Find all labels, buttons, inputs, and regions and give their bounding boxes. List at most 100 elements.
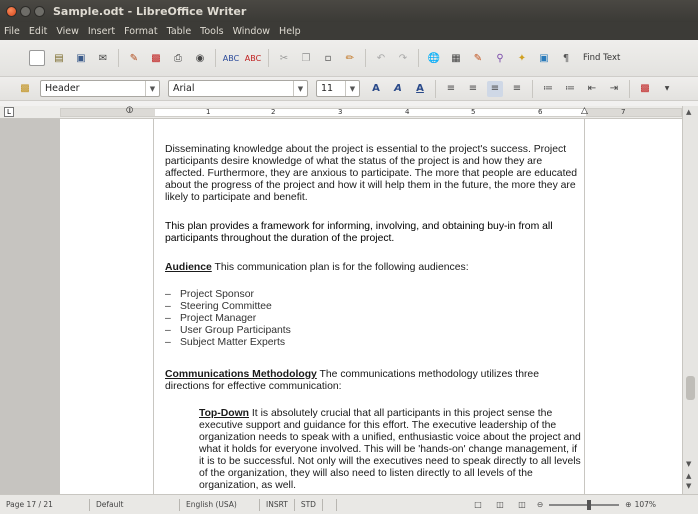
- chevron-down-icon[interactable]: ▼: [145, 81, 159, 96]
- scrollbar-thumb[interactable]: [686, 376, 695, 400]
- vertical-scrollbar[interactable]: ▲ ▼ ▲ ▼: [682, 106, 698, 494]
- menu-help[interactable]: Help: [279, 26, 301, 37]
- autospellcheck-icon[interactable]: ABC: [245, 50, 261, 66]
- spellcheck-icon[interactable]: ABC: [223, 50, 239, 66]
- align-center-icon[interactable]: ≡: [465, 81, 481, 97]
- formatting-marks-icon[interactable]: ¶: [558, 50, 574, 66]
- styles-formatting-icon[interactable]: ▩: [17, 81, 33, 97]
- list-item: – Steering Committee: [165, 301, 272, 312]
- numbering-icon[interactable]: ≔: [540, 81, 556, 97]
- paragraph-methodology[interactable]: Communications Methodology The communica…: [165, 369, 583, 393]
- menu-format[interactable]: Format: [124, 26, 157, 37]
- audience-text: This communication plan is for the follo…: [211, 262, 469, 273]
- page-count[interactable]: Page 17 / 21: [0, 498, 90, 511]
- zoom-slider-knob[interactable]: [587, 499, 592, 510]
- multi-page-view-icon[interactable]: ◫: [492, 497, 508, 513]
- underline-icon[interactable]: A: [412, 81, 428, 97]
- zoom-slider[interactable]: [549, 499, 620, 510]
- ruler-scale[interactable]: ⦷ 1 2 3 4 5 6 7 △: [60, 106, 682, 117]
- list-item: – Subject Matter Experts: [165, 337, 286, 348]
- paragraph-intro[interactable]: Disseminating knowledge about the projec…: [165, 144, 583, 204]
- open-folder-icon[interactable]: ▤: [51, 50, 67, 66]
- edit-file-icon[interactable]: ✎: [126, 50, 142, 66]
- find-replace-icon[interactable]: ⚲: [492, 50, 508, 66]
- italic-icon[interactable]: A: [390, 81, 406, 97]
- top-down-heading: Top-Down: [199, 408, 250, 419]
- zoom-in-icon[interactable]: ⊕: [625, 500, 631, 509]
- minimize-window-button[interactable]: [20, 5, 31, 17]
- redo-icon[interactable]: ↷: [395, 50, 411, 66]
- cut-icon[interactable]: ✂: [276, 50, 292, 66]
- print-icon[interactable]: ⎙: [170, 50, 186, 66]
- previous-page-icon[interactable]: ▲: [686, 472, 691, 480]
- horizontal-ruler[interactable]: L ⦷ 1 2 3 4 5 6 7 △: [0, 106, 698, 119]
- document-area[interactable]: Disseminating knowledge about the projec…: [0, 119, 682, 494]
- copy-icon[interactable]: ❐: [298, 50, 314, 66]
- audience-list[interactable]: – Project Sponsor – Steering Committee – Pr…: [165, 289, 583, 349]
- menu-view[interactable]: View: [56, 26, 79, 37]
- scroll-down-icon[interactable]: ▼: [686, 460, 691, 468]
- increase-indent-icon[interactable]: ⇥: [606, 81, 622, 97]
- ruler-number: 4: [405, 108, 410, 116]
- bold-icon[interactable]: A: [368, 81, 384, 97]
- tab-stop-selector-icon[interactable]: L: [4, 107, 14, 117]
- close-window-button[interactable]: [6, 5, 17, 17]
- find-text-label[interactable]: Find Text: [583, 53, 620, 63]
- zoom-out-icon[interactable]: ⊖: [537, 500, 543, 509]
- paragraph-audience[interactable]: Audience This communication plan is for …: [165, 262, 583, 274]
- font-color-icon[interactable]: ▩: [637, 81, 653, 97]
- ruler-right-margin: [586, 109, 681, 116]
- maximize-window-button[interactable]: [34, 5, 45, 17]
- scroll-up-icon[interactable]: ▲: [686, 108, 691, 116]
- align-right-icon[interactable]: ≡: [487, 80, 503, 97]
- bullets-icon[interactable]: ≔: [562, 81, 578, 97]
- new-document-icon[interactable]: [29, 50, 45, 66]
- chevron-down-icon[interactable]: ▼: [293, 81, 307, 96]
- left-indent-marker[interactable]: ⦷: [126, 106, 133, 116]
- chevron-down-icon[interactable]: ▼: [345, 81, 359, 96]
- menu-file[interactable]: File: [4, 26, 20, 37]
- ruler-number: 7: [621, 108, 626, 116]
- next-page-icon[interactable]: ▼: [686, 482, 691, 490]
- font-name-combo[interactable]: Arial ▼: [168, 80, 308, 97]
- decrease-indent-icon[interactable]: ⇤: [584, 81, 600, 97]
- align-left-icon[interactable]: ≡: [443, 81, 459, 97]
- navigator-icon[interactable]: ✦: [514, 50, 530, 66]
- paste-icon[interactable]: ▫: [320, 50, 336, 66]
- book-view-icon[interactable]: ◫: [514, 497, 530, 513]
- insert-mode[interactable]: INSRT: [260, 498, 295, 511]
- language[interactable]: English (USA): [180, 498, 260, 511]
- paragraph-framework[interactable]: This plan provides a framework for infor…: [165, 221, 583, 245]
- single-page-view-icon[interactable]: □: [470, 497, 486, 513]
- undo-icon[interactable]: ↶: [373, 50, 389, 66]
- gallery-icon[interactable]: ▣: [536, 50, 552, 66]
- hyperlink-icon[interactable]: 🌐: [426, 50, 442, 66]
- clone-formatting-icon[interactable]: ✏: [342, 50, 358, 66]
- list-item: – Project Manager: [165, 313, 257, 324]
- toolbar-separator: [629, 79, 630, 98]
- show-draw-functions-icon[interactable]: ✎: [470, 50, 486, 66]
- right-indent-marker[interactable]: △: [581, 106, 588, 116]
- export-pdf-icon[interactable]: ▩: [148, 50, 164, 66]
- save-icon[interactable]: ▣: [73, 50, 89, 66]
- table-icon[interactable]: ▦: [448, 50, 464, 66]
- font-size-combo[interactable]: 11 ▼: [316, 80, 360, 97]
- zoom-level[interactable]: 107%: [635, 500, 656, 509]
- chevron-down-icon[interactable]: ▼: [659, 81, 675, 97]
- print-preview-icon[interactable]: ◉: [192, 50, 208, 66]
- page-style[interactable]: Default: [90, 498, 180, 511]
- menu-edit[interactable]: Edit: [29, 26, 47, 37]
- justify-icon[interactable]: ≡: [509, 81, 525, 97]
- menu-bar: File Edit View Insert Format Table Tools…: [0, 22, 698, 40]
- document-page[interactable]: Disseminating knowledge about the projec…: [60, 119, 682, 494]
- menu-insert[interactable]: Insert: [88, 26, 115, 37]
- menu-table[interactable]: Table: [167, 26, 192, 37]
- selection-mode[interactable]: STD: [295, 498, 323, 511]
- menu-window[interactable]: Window: [233, 26, 270, 37]
- paragraph-top-down[interactable]: Top-Down It is absolutely crucial that a…: [199, 408, 585, 492]
- menu-tools[interactable]: Tools: [200, 26, 223, 37]
- toolbar-separator: [418, 49, 419, 67]
- paragraph-style-combo[interactable]: Header ▼: [40, 80, 160, 97]
- ruler-number: 6: [538, 108, 543, 116]
- email-document-icon[interactable]: ✉: [95, 50, 111, 66]
